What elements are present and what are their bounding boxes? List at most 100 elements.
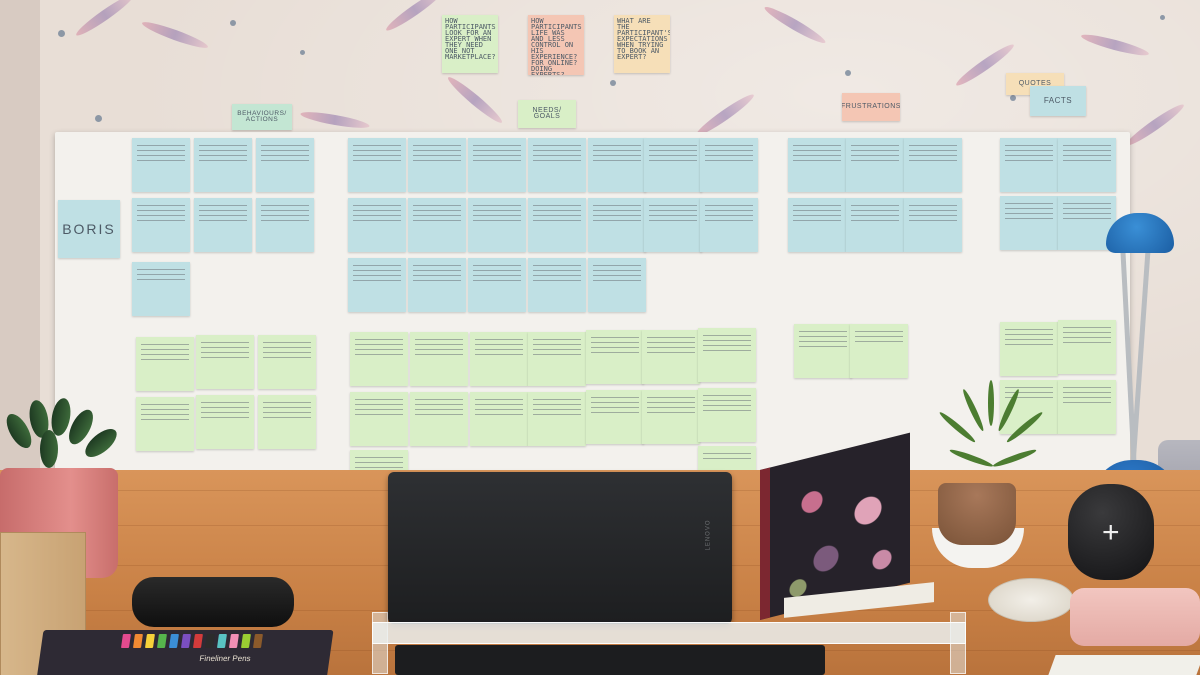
sticky-note [350,332,408,386]
wall-pattern [762,3,828,47]
wall-dot [1160,15,1165,20]
sticky-note [132,262,190,316]
sticky-note [348,138,406,192]
sticky-note [1000,196,1058,250]
pen [228,634,239,648]
needs-label: NEEDS/ GOALS [518,100,576,128]
facts-label: FACTS [1030,86,1086,116]
wall-dot [845,70,851,76]
laptop: LENOVO [388,472,732,624]
sticky-note [1000,322,1058,376]
sticky-note [586,330,644,384]
sticky-note [904,138,962,192]
pen-box: Fineliner Pens [36,630,334,675]
sticky-note [408,198,466,252]
sticky-note [642,390,700,444]
sticky-note [788,198,846,252]
sticky-note [1058,138,1116,192]
sticky-note [194,198,252,252]
sticky-note [1058,320,1116,374]
behaviours-label: BEHAVIOURS/ ACTIONS [232,104,292,130]
pen [216,634,227,648]
paper-sheet [1048,655,1200,675]
wall-dot [300,50,305,55]
sticky-note [408,138,466,192]
pen [240,634,251,648]
pen [180,634,191,648]
sticky-note [468,138,526,192]
wall-dot [1010,95,1016,101]
sticky-note [644,198,702,252]
sticky-note [528,198,586,252]
sticky-note [256,138,314,192]
pen [120,634,131,648]
sticky-note [586,390,644,444]
wall-pattern [383,0,447,35]
sticky-note [350,392,408,446]
sticky-note [846,198,904,252]
sticky-note [794,324,852,378]
sticky-note [468,258,526,312]
sticky-note [410,332,468,386]
laptop-brand: LENOVO [705,519,712,551]
sticky-note [1058,380,1116,434]
pen [204,634,215,648]
sticky-note [256,198,314,252]
sticky-note [258,335,316,389]
sticky-note [588,138,646,192]
sticky-note [850,324,908,378]
pen-box-label: Fineliner Pens [198,654,252,663]
sticky-note [132,198,190,252]
sticky-note [196,395,254,449]
sticky-note [528,258,586,312]
wall-pattern [1123,100,1187,150]
sticky-note [588,198,646,252]
persona-label: BORIS [58,200,120,258]
wall-dot [230,20,236,26]
sticky-note [698,388,756,442]
sticky-note [588,258,646,312]
pen [144,634,155,648]
question-note-3: WHAT ARE THE PARTICIPANT'S EXPECTATIONS … [614,15,670,73]
sticky-note [136,337,194,391]
sticky-note [470,392,528,446]
sticky-note [528,332,586,386]
sticky-note [468,198,526,252]
sticky-note [1000,138,1058,192]
plus-icon: + [1102,516,1120,549]
wall-pattern [73,0,137,40]
sticky-note [644,138,702,192]
question-note-2: HOW PARTICIPANTS LIFE WAS AND LESS CONTR… [528,15,584,75]
sticky-note [528,392,586,446]
pen [156,634,167,648]
sticky-note [194,138,252,192]
pen [252,634,263,648]
wall-dot [95,115,102,122]
sticky-note [410,392,468,446]
sticky-note [258,395,316,449]
photo-scene: HOW PARTICIPANTS LOOK FOR AN EXPERT WHEN… [0,0,1200,675]
sticky-note [470,332,528,386]
wall-dot [58,30,65,37]
sticky-note [132,138,190,192]
sticky-note [348,198,406,252]
sticky-note [348,258,406,312]
frustrations-label: FRUSTRATIONS [842,93,900,121]
sticky-note [642,330,700,384]
pencil-case [1070,588,1200,646]
laptop-stand [372,622,966,644]
wall-pattern [299,108,371,132]
sticky-note [408,258,466,312]
sticky-note [698,328,756,382]
sticky-note [700,138,758,192]
wall-pattern [444,73,506,127]
glass-dish [988,578,1074,622]
pen [168,634,179,648]
pen [132,634,143,648]
pen [192,634,203,648]
plant-pot-right [938,483,1016,545]
sticky-note [788,138,846,192]
bluetooth-speaker: + [1068,484,1154,580]
question-note-1: HOW PARTICIPANTS LOOK FOR AN EXPERT WHEN… [442,15,498,73]
glasses-case [132,577,294,627]
